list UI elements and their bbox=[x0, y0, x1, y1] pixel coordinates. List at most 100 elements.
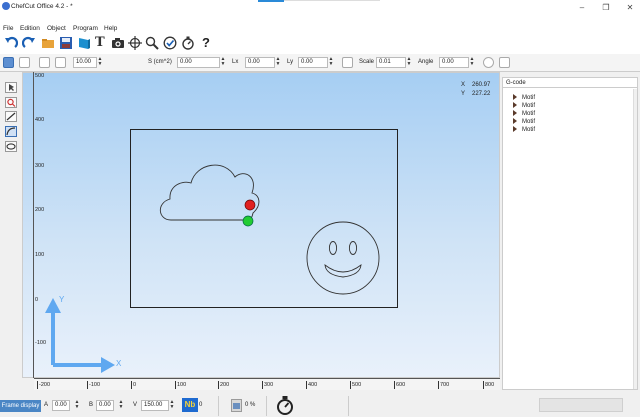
y-coordinate-label: Y bbox=[461, 91, 466, 97]
h-tick-label: 200 bbox=[218, 381, 230, 389]
v-input[interactable]: 150.00 bbox=[141, 400, 169, 411]
scale-spinner[interactable]: ▲ ▼ bbox=[406, 57, 412, 68]
menu-help[interactable]: Help bbox=[104, 24, 117, 33]
start-point-marker[interactable] bbox=[242, 215, 254, 227]
h-tick-label: -100 bbox=[87, 381, 101, 389]
align-bottom-button[interactable] bbox=[19, 57, 30, 68]
h-tick-label: 500 bbox=[350, 381, 362, 389]
menu-file[interactable]: File bbox=[3, 24, 13, 33]
lx-input[interactable]: 0.00 bbox=[245, 57, 275, 68]
ly-spinner[interactable]: ▲ ▼ bbox=[328, 57, 334, 68]
gcode-item-label: Motif bbox=[522, 119, 536, 125]
menu-edition[interactable]: Edition bbox=[20, 24, 40, 33]
h-tick-label: 700 bbox=[438, 381, 450, 389]
folder-open-icon[interactable] bbox=[41, 36, 55, 50]
frame-display-button[interactable]: Frame display bbox=[0, 400, 41, 412]
check-icon[interactable] bbox=[163, 36, 177, 50]
line-tool-button[interactable] bbox=[5, 111, 17, 122]
expand-arrow-icon[interactable] bbox=[513, 94, 517, 101]
v-tick-label: 300 bbox=[35, 163, 45, 169]
gcode-item-label: Motif bbox=[522, 95, 536, 101]
a-spinner[interactable]: ▲ ▼ bbox=[74, 400, 80, 411]
line-icon bbox=[6, 112, 16, 121]
frame-rectangle[interactable] bbox=[130, 129, 398, 308]
drawing-canvas[interactable]: Y X X 260.97 Y 227.22 bbox=[22, 72, 500, 378]
end-point-marker[interactable] bbox=[244, 199, 256, 211]
window-title: ChefCut Office 4.2 - * bbox=[11, 3, 73, 10]
ly-input[interactable]: 0.00 bbox=[298, 57, 328, 68]
save-icon[interactable] bbox=[59, 36, 73, 50]
b-spinner[interactable]: ▲ ▼ bbox=[118, 400, 124, 411]
mirror-button[interactable] bbox=[499, 57, 510, 68]
menu-object[interactable]: Object bbox=[47, 24, 66, 33]
gcode-tree-item[interactable]: Motif bbox=[513, 126, 535, 135]
surface-spinner[interactable]: ▲ ▼ bbox=[220, 57, 226, 68]
arc-tool-button[interactable] bbox=[5, 126, 17, 137]
ly-label: Ly bbox=[287, 59, 294, 65]
v-spinner[interactable]: ▲ ▼ bbox=[169, 400, 175, 411]
camera-icon[interactable] bbox=[111, 36, 125, 50]
expand-arrow-icon[interactable] bbox=[513, 102, 517, 109]
v-label: V bbox=[133, 402, 138, 408]
horizontal-ruler: -200 -100 0 100 200 300 400 500 600 700 … bbox=[34, 378, 500, 390]
count-value: 0 bbox=[199, 402, 203, 408]
export-icon[interactable] bbox=[77, 36, 91, 50]
center-horizontal-button[interactable] bbox=[39, 57, 50, 68]
cloud-shape[interactable] bbox=[159, 164, 260, 221]
title-spacer bbox=[0, 14, 640, 24]
step-input[interactable]: 10.00 bbox=[73, 57, 97, 68]
close-button[interactable]: ✕ bbox=[624, 3, 636, 12]
undo-icon[interactable] bbox=[4, 36, 18, 50]
gcode-item-label: Motif bbox=[522, 127, 536, 133]
h-tick-label: -200 bbox=[37, 381, 51, 389]
title-divider bbox=[284, 0, 380, 1]
surface-input[interactable]: 0.00 bbox=[177, 57, 220, 68]
angle-input[interactable]: 0.00 bbox=[439, 57, 469, 68]
help-icon[interactable]: ? bbox=[202, 35, 210, 50]
angle-label: Angle bbox=[418, 59, 434, 65]
zoom-icon[interactable] bbox=[145, 36, 159, 50]
zoom-tool-button[interactable] bbox=[5, 97, 17, 108]
step-spinner[interactable]: ▲ ▼ bbox=[97, 57, 103, 68]
surface-label: S (cm^2) bbox=[148, 59, 172, 65]
maximize-button[interactable]: ❐ bbox=[600, 3, 612, 12]
status-progress-field bbox=[539, 398, 623, 412]
status-separator bbox=[266, 396, 267, 416]
stopwatch-icon[interactable] bbox=[181, 36, 195, 50]
select-mode-button[interactable] bbox=[3, 57, 14, 68]
gcode-item-label: Motif bbox=[522, 103, 536, 109]
v-tick-label: 400 bbox=[35, 117, 45, 123]
v-tick-label: -100 bbox=[35, 340, 47, 346]
ellipse-icon bbox=[6, 143, 16, 150]
b-label: B bbox=[89, 402, 94, 408]
h-tick-label: 100 bbox=[175, 381, 187, 389]
progress-percent: 0 % bbox=[245, 402, 256, 408]
timer-icon[interactable] bbox=[276, 395, 294, 415]
h-tick-label: 0 bbox=[131, 381, 137, 389]
b-input[interactable]: 0.00 bbox=[96, 400, 114, 411]
lock-ratio-button[interactable] bbox=[342, 57, 353, 68]
pointer-tool-button[interactable] bbox=[5, 82, 17, 93]
gcode-scrollbar[interactable] bbox=[633, 89, 637, 389]
angle-spinner[interactable]: ▲ ▼ bbox=[469, 57, 475, 68]
expand-arrow-icon[interactable] bbox=[513, 126, 517, 133]
text-tool-icon[interactable]: T bbox=[95, 35, 105, 50]
smiley-shape[interactable] bbox=[306, 221, 380, 295]
menu-program[interactable]: Program bbox=[73, 24, 98, 33]
minimize-button[interactable]: – bbox=[576, 3, 588, 12]
scale-input[interactable]: 0.01 bbox=[376, 57, 406, 68]
origin-axes bbox=[45, 298, 115, 373]
redo-icon[interactable] bbox=[22, 36, 36, 50]
x-coordinate-label: X bbox=[461, 82, 466, 88]
move-crosshair-icon[interactable] bbox=[128, 36, 142, 50]
canvas-drawing bbox=[45, 129, 398, 373]
rotate-button[interactable] bbox=[483, 57, 494, 68]
ellipse-tool-button[interactable] bbox=[5, 141, 17, 152]
zoom-area-icon bbox=[7, 98, 16, 107]
lx-spinner[interactable]: ▲ ▼ bbox=[275, 57, 281, 68]
a-input[interactable]: 0.00 bbox=[52, 400, 70, 411]
center-vertical-button[interactable] bbox=[55, 57, 66, 68]
status-separator bbox=[218, 396, 219, 416]
expand-arrow-icon[interactable] bbox=[513, 118, 517, 125]
expand-arrow-icon[interactable] bbox=[513, 110, 517, 117]
